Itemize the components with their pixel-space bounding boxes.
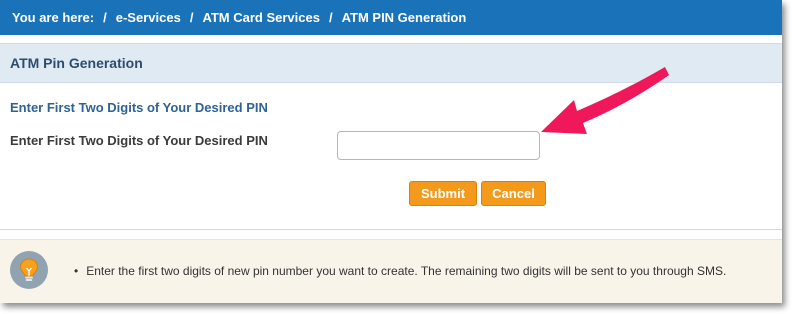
breadcrumb-separator: / [328,10,333,25]
info-text: • Enter the first two digits of new pin n… [74,264,726,278]
panel-title: ATM Pin Generation [10,55,143,71]
cancel-button[interactable]: Cancel [481,181,546,206]
breadcrumb-item-atm-card-services[interactable]: ATM Card Services [202,10,320,25]
info-bullet: • [74,264,79,278]
breadcrumb-item-atm-pin-generation: ATM PIN Generation [341,10,467,25]
breadcrumb: You are here: / e-Services / ATM Card Se… [0,0,782,35]
breadcrumb-prefix: You are here: [12,10,95,25]
breadcrumb-item-e-services[interactable]: e-Services [116,10,181,25]
pin-digits-input[interactable] [337,131,540,160]
breadcrumb-separator: / [189,10,194,25]
lightbulb-icon [10,251,48,289]
breadcrumb-separator: / [103,10,107,25]
lightbulb-icon-graphic [19,258,39,281]
info-box: • Enter the first two digits of new pin n… [0,239,782,303]
submit-button[interactable]: Submit [409,181,477,206]
page-frame: You are here: / e-Services / ATM Card Se… [0,0,782,303]
form-subheading: Enter First Two Digits of Your Desired P… [10,100,268,115]
panel-header: ATM Pin Generation [0,43,782,83]
info-message: Enter the first two digits of new pin nu… [86,264,727,278]
pin-field-label: Enter First Two Digits of Your Desired P… [10,133,268,148]
panel-divider [0,229,782,230]
